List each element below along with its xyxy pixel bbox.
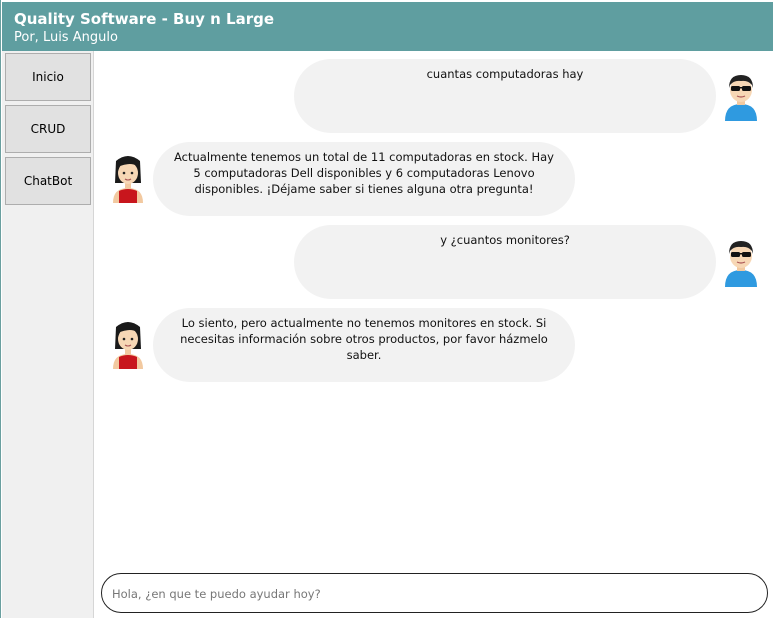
bot-message-bubble: Lo siento, pero actualmente no tenemos m… [153,308,575,382]
nav-crud-button[interactable]: CRUD [5,105,91,153]
message-text: y ¿cuantos monitores? [440,233,570,247]
chat-input[interactable] [112,582,752,606]
user-message-bubble: y ¿cuantos monitores? [294,225,716,299]
woman-assistant-icon [109,153,147,203]
nav-inicio-button[interactable]: Inicio [5,53,91,101]
app-window: Quality Software - Buy n Large Por, Luis… [0,0,773,618]
user-sunglasses-icon [722,71,760,121]
message-text: Lo siento, pero actualmente no tenemos m… [180,316,548,362]
sidebar: Inicio CRUD ChatBot [2,51,94,618]
app-subtitle: Por, Luis Angulo [14,30,118,45]
woman-assistant-icon [109,319,147,369]
nav-chatbot-button[interactable]: ChatBot [5,157,91,205]
message-text: cuantas computadoras hay [426,67,584,81]
message-text: Actualmente tenemos un total de 11 compu… [174,150,554,196]
chat-area: cuantas computadoras hay Actualmente ten… [95,51,773,571]
user-message-bubble: cuantas computadoras hay [294,59,716,133]
chat-input-container [101,573,768,613]
user-sunglasses-icon [722,237,760,287]
app-title: Quality Software - Buy n Large [14,10,275,28]
app-header: Quality Software - Buy n Large Por, Luis… [2,2,773,51]
bot-message-bubble: Actualmente tenemos un total de 11 compu… [153,142,575,216]
